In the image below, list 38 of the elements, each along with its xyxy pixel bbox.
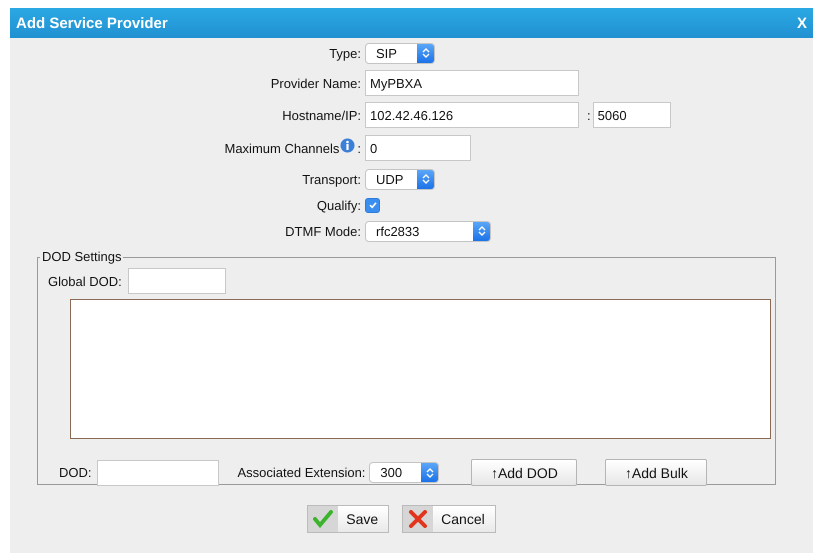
input-field[interactable] (96, 460, 218, 486)
chevron-icon (473, 222, 490, 240)
checkbox[interactable] (365, 198, 380, 212)
dropdown[interactable]: 300 (369, 462, 440, 483)
dropdown[interactable]: rfc2833 (365, 220, 491, 242)
input-field[interactable] (128, 268, 226, 294)
input-field[interactable]: 0 (365, 135, 471, 161)
field-label: Qualify: (316, 198, 361, 212)
field-label: Transport: (302, 172, 361, 186)
input-field[interactable]: 102.42.46.126 (365, 102, 579, 128)
chevron-icon (421, 463, 438, 482)
field-label: : (357, 140, 361, 156)
field-label: Global DOD: (48, 274, 122, 288)
window-title: Add Service Provider (16, 14, 168, 32)
dropdown[interactable]: SIP (365, 42, 435, 64)
chevron-icon (417, 44, 434, 62)
checkmark-icon (308, 506, 338, 532)
field-label: Hostname/IP: (282, 108, 361, 122)
field-label: Type: (329, 46, 361, 60)
add-dod-button[interactable]: ↑Add DOD (471, 459, 578, 486)
dropdown[interactable]: UDP (365, 168, 435, 190)
checkmark-icon (368, 200, 378, 210)
dod-list-area[interactable] (70, 299, 771, 439)
add-bulk-button[interactable]: ↑Add Bulk (605, 459, 708, 486)
field-label: Associated Extension: (238, 465, 366, 480)
chevron-icon (417, 170, 434, 188)
info-icon[interactable] (340, 138, 356, 152)
field-label: DTMF Mode: (285, 224, 361, 238)
group-legend: DOD Settings (40, 249, 124, 264)
field-label: DOD: (59, 465, 92, 480)
port-field[interactable]: 5060 (592, 102, 671, 128)
field-label: Provider Name: (270, 76, 361, 90)
input-field[interactable]: MyPBXA (365, 70, 579, 96)
cross-icon (403, 506, 434, 532)
field-label: Maximum Channels (224, 140, 340, 156)
save-button[interactable]: Save (307, 505, 390, 533)
port-separator: : (587, 108, 591, 122)
cancel-button[interactable]: Cancel (402, 505, 496, 533)
